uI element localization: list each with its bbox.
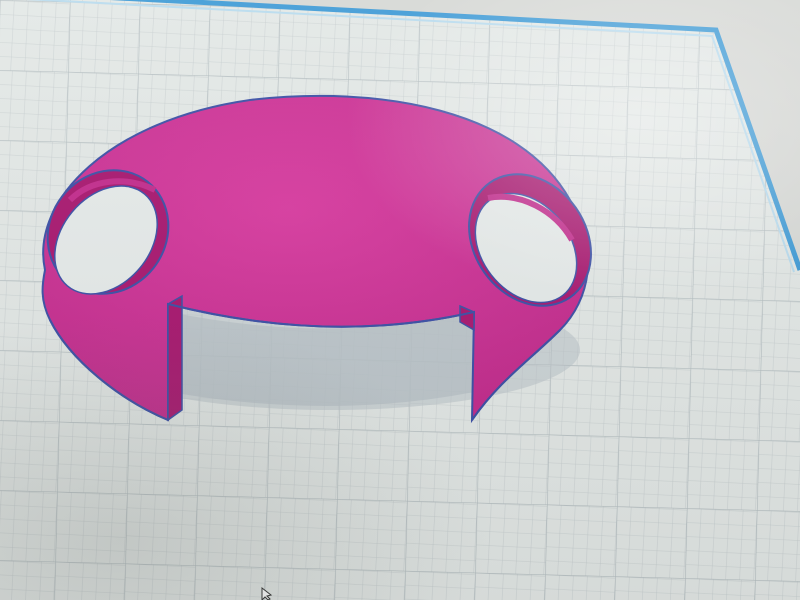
workplane-scene[interactable] xyxy=(0,0,800,600)
tinkercad-viewport[interactable] xyxy=(0,0,800,600)
slot-left-inner-wall xyxy=(167,294,183,422)
